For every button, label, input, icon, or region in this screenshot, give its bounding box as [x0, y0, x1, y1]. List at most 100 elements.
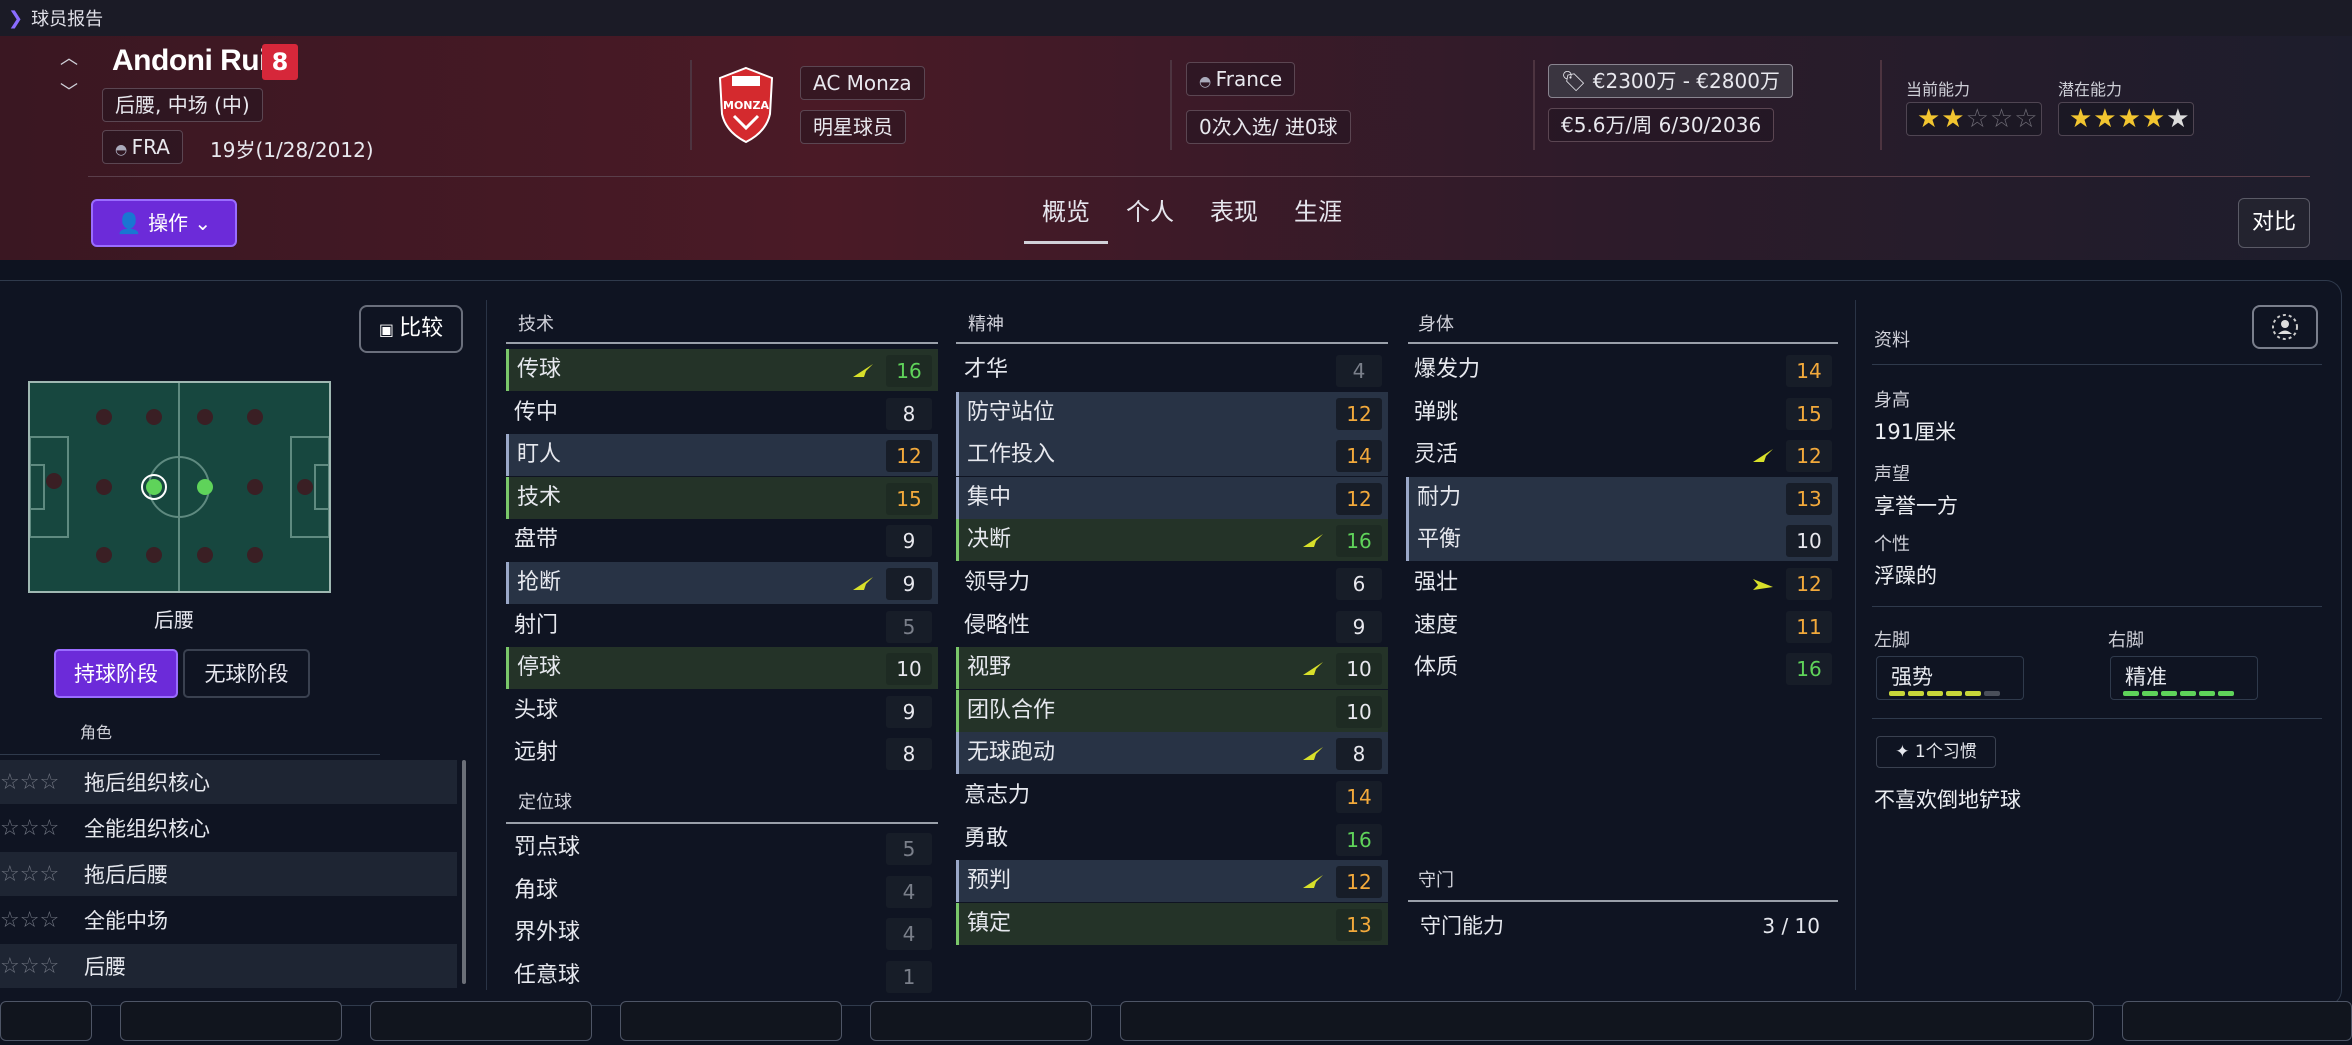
attribute-row[interactable]: 强壮 12	[1406, 562, 1838, 604]
attribute-name: 盘带	[514, 527, 559, 553]
attribute-row[interactable]: 停球 10	[506, 647, 938, 690]
club-crest-icon[interactable]: MONZA	[716, 66, 776, 144]
tab-performance[interactable]: 表现	[1192, 192, 1276, 244]
attribute-row[interactable]: 勇敢 16	[956, 818, 1388, 860]
operate-button[interactable]: 👤 操作 ⌄	[91, 199, 237, 247]
attribute-row[interactable]: 预判 12	[956, 860, 1388, 903]
attribute-name: 镇定	[967, 910, 1012, 936]
attribute-row[interactable]: 团队合作 10	[956, 689, 1388, 732]
player-nav-arrows[interactable]: ︿ ﹀	[60, 42, 78, 110]
attribute-row[interactable]: 侵略性 9	[956, 605, 1388, 647]
role-name: 拖后后腰	[84, 863, 168, 887]
attribute-row[interactable]: 传中 8	[506, 392, 938, 434]
attribute-row[interactable]: 角球 4	[506, 870, 938, 912]
role-name: 拖后组织核心	[84, 771, 210, 795]
attribute-value: 8	[886, 738, 932, 771]
chevron-down-icon[interactable]: ﹀	[60, 76, 78, 110]
country-chip[interactable]: ◓ France	[1186, 62, 1296, 96]
role-row[interactable]: ☆☆☆ 拖后后腰	[0, 852, 457, 896]
in-possession-tab[interactable]: 持球阶段	[54, 649, 178, 698]
player-name: Andoni Ruiz	[112, 44, 282, 77]
compare-button[interactable]: 对比	[2238, 198, 2310, 248]
age-dob: 19岁(1/28/2012)	[210, 138, 374, 162]
attribute-row[interactable]: 无球跑动 8	[956, 732, 1388, 775]
attribute-row[interactable]: 盘带 9	[506, 519, 938, 561]
attribute-row[interactable]: 体质 16	[1406, 647, 1838, 689]
attribute-row[interactable]: 防守站位 12	[956, 391, 1388, 434]
footer-tab[interactable]	[120, 1001, 342, 1041]
attribute-row[interactable]: 视野 10	[956, 647, 1388, 690]
nationality-chip[interactable]: ◓ FRA	[102, 130, 183, 164]
habit-text: 不喜欢倒地铲球	[1874, 788, 2021, 812]
attribute-row[interactable]: 镇定 13	[956, 902, 1388, 945]
potential-ability-label: 潜在能力	[2058, 80, 2123, 99]
chevron-up-icon[interactable]: ︿	[60, 42, 78, 76]
out-of-possession-tab[interactable]: 无球阶段	[183, 649, 310, 698]
value-chip[interactable]: 🏷 €2300万 - €2800万	[1548, 64, 1793, 98]
footer-tab[interactable]	[2122, 1001, 2352, 1041]
attribute-row[interactable]: 领导力 6	[956, 562, 1388, 604]
attribute-row[interactable]: 平衡 10	[1406, 519, 1838, 562]
attribute-row[interactable]: 集中 12	[956, 476, 1388, 519]
current-ability-stars: ★★☆☆☆	[1906, 102, 2042, 136]
attribute-name: 团队合作	[967, 697, 1056, 723]
attribute-row[interactable]: 弹跳 15	[1406, 392, 1838, 434]
attribute-row[interactable]: 任意球 1	[506, 955, 938, 997]
attribute-row[interactable]: 抢断 9	[506, 562, 938, 604]
attribute-value: 4	[886, 875, 932, 908]
attribute-row[interactable]: 射门 5	[506, 605, 938, 647]
trend-up-icon	[1303, 747, 1323, 761]
attribute-row[interactable]: 耐力 13	[1406, 476, 1838, 519]
attribute-name: 工作投入	[967, 442, 1056, 468]
svg-text:MONZA: MONZA	[723, 99, 769, 112]
attribute-name: 任意球	[514, 962, 581, 988]
footer-tab[interactable]	[370, 1001, 592, 1041]
attribute-row[interactable]: 传球 16	[506, 349, 938, 391]
attribute-row[interactable]: 意志力 14	[956, 775, 1388, 817]
goalkeeping-row[interactable]: 守门能力 3 / 10	[1420, 908, 1820, 944]
compare-icon: ▣	[378, 320, 400, 339]
club-chip[interactable]: AC Monza	[800, 66, 925, 100]
footer-tab[interactable]	[1120, 1001, 2094, 1041]
attribute-value: 6	[1336, 568, 1382, 600]
squad-number-badge: 8	[262, 44, 298, 80]
attribute-name: 头球	[514, 697, 559, 723]
attribute-row[interactable]: 罚点球 5	[506, 827, 938, 869]
role-row[interactable]: ☆☆☆ 拖后组织核心	[0, 760, 457, 804]
attribute-name: 集中	[967, 484, 1012, 510]
attribute-name: 体质	[1414, 655, 1459, 681]
tab-career[interactable]: 生涯	[1276, 192, 1360, 244]
role-row[interactable]: ☆☆☆ 全能中场	[0, 898, 457, 942]
attribute-row[interactable]: 爆发力 14	[1406, 349, 1838, 391]
profile-button[interactable]	[2252, 305, 2318, 349]
flag-icon: ◓	[115, 142, 132, 158]
attribute-row[interactable]: 才华 4	[956, 349, 1388, 391]
price-tag-icon: 🏷	[1561, 69, 1593, 93]
position-pitch[interactable]	[28, 381, 331, 593]
footer-tab[interactable]	[870, 1001, 1092, 1041]
attribute-row[interactable]: 技术 15	[506, 476, 938, 519]
attribute-row[interactable]: 远射 8	[506, 732, 938, 774]
attribute-name: 速度	[1414, 612, 1459, 638]
attribute-row[interactable]: 头球 9	[506, 690, 938, 732]
attribute-row[interactable]: 决断 16	[956, 519, 1388, 562]
role-row[interactable]: ☆☆☆ 全能组织核心	[0, 806, 457, 850]
attribute-row[interactable]: 界外球 4	[506, 912, 938, 954]
roles-scrollbar[interactable]	[462, 760, 466, 984]
attribute-row[interactable]: 速度 11	[1406, 605, 1838, 647]
attribute-row[interactable]: 盯人 12	[506, 434, 938, 477]
compare-small-button[interactable]: ▣ 比较	[359, 305, 463, 353]
habits-chip[interactable]: ✦ 1个习惯	[1876, 736, 1996, 768]
mental-title: 精神	[968, 314, 1004, 335]
chevron-down-icon: ⌄	[188, 211, 212, 235]
attribute-value: 9	[1336, 610, 1382, 643]
tab-personal[interactable]: 个人	[1108, 192, 1192, 244]
attribute-row[interactable]: 工作投入 14	[956, 434, 1388, 477]
footer-tab[interactable]	[620, 1001, 842, 1041]
attribute-value: 12	[1786, 440, 1832, 473]
role-stars: ☆☆☆	[0, 861, 60, 887]
footer-tab[interactable]	[0, 1001, 92, 1041]
role-row[interactable]: ☆☆☆ 后腰	[0, 944, 457, 988]
tab-overview[interactable]: 概览	[1024, 192, 1108, 244]
attribute-row[interactable]: 灵活 12	[1406, 434, 1838, 476]
